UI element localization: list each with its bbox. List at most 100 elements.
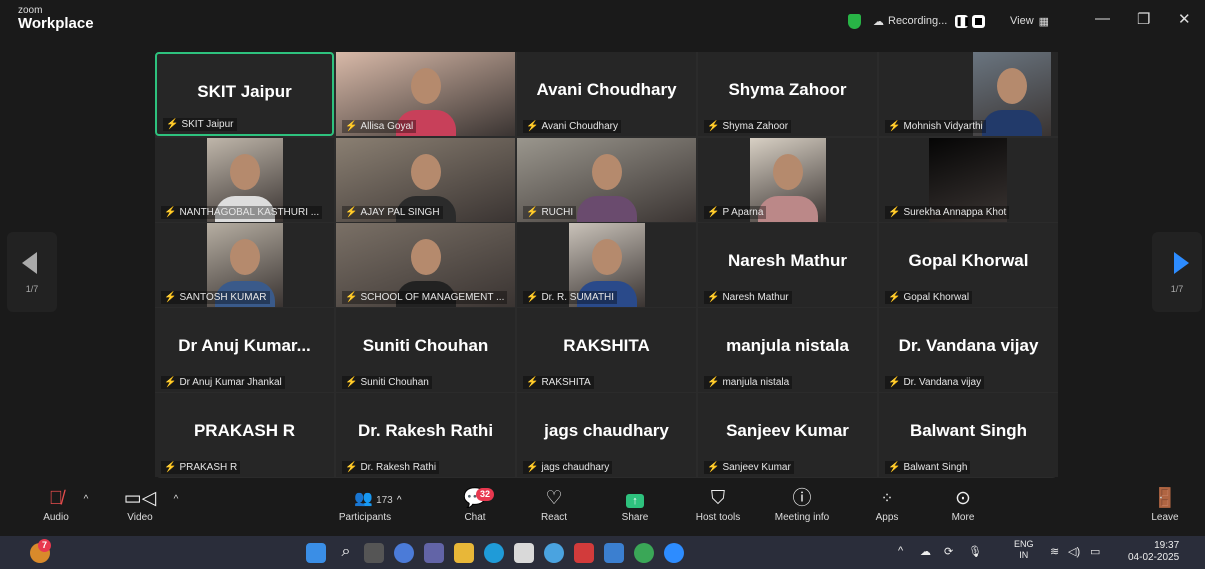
participant-tile[interactable]: ⚡ Surekha Annappa Khot	[879, 138, 1058, 222]
participant-tile[interactable]: manjula nistala ⚡ manjula nistala	[698, 308, 877, 392]
leave-button[interactable]: 🚪 Leave	[1145, 488, 1185, 523]
copilot-icon[interactable]	[394, 543, 414, 563]
store-icon[interactable]	[514, 543, 534, 563]
participant-name-label: ⚡ Gopal Khorwal	[885, 291, 973, 304]
grid-icon: ▦	[1038, 15, 1050, 28]
participant-display-name: PRAKASH R	[193, 421, 296, 440]
participant-tile[interactable]: ⚡ AJAY PAL SINGH	[336, 138, 515, 222]
apps-button[interactable]: ⁘ Apps	[872, 488, 902, 523]
muted-microphone-icon: 🎙̸	[48, 488, 64, 509]
view-button[interactable]: View ▦	[1010, 12, 1049, 30]
search-icon[interactable]: ⌕	[336, 543, 356, 563]
battery-icon[interactable]: ▭	[1090, 545, 1100, 558]
share-button[interactable]: ↑ Share	[614, 488, 656, 523]
sync-icon[interactable]: ⟳	[944, 545, 953, 558]
weather-icon[interactable]: 7	[30, 539, 52, 563]
participants-button[interactable]: 👥 173 ^ Participants	[338, 488, 418, 523]
recording-status[interactable]: ☁ Recording... ❚❚	[873, 12, 986, 30]
participant-tile[interactable]: ⚡ SCHOOL OF MANAGEMENT ...	[336, 223, 515, 307]
more-button[interactable]: ⊙ More	[946, 488, 980, 523]
app-icon[interactable]	[544, 543, 564, 563]
mcafee-icon[interactable]	[574, 543, 594, 563]
audio-options-caret[interactable]: ^	[80, 494, 92, 505]
pause-recording-icon[interactable]: ❚❚	[955, 14, 970, 28]
chat-button[interactable]: 💬 32 Chat	[458, 488, 495, 523]
volume-icon[interactable]: ◁)	[1068, 545, 1080, 558]
participant-tile[interactable]: ⚡ NANTHAGOBAL KASTHURI ...	[155, 138, 334, 222]
meeting-info-button[interactable]: ⓘ Meeting info	[767, 488, 837, 523]
participant-display-name: Sanjeev Kumar	[726, 421, 849, 440]
audio-label: Audio	[43, 512, 69, 523]
participant-name: SCHOOL OF MANAGEMENT ...	[360, 292, 505, 303]
microphone-icon[interactable]: 🎙	[968, 545, 982, 558]
participant-tile[interactable]: Avani Choudhary ⚡ Avani Choudhary	[517, 52, 696, 136]
video-button[interactable]: ▭◁ Video	[122, 488, 158, 523]
participant-display-name: Suniti Chouhan	[362, 336, 489, 355]
gallery-view: SKIT Jaipur ⚡ SKIT Jaipur ⚡ Allisa Goyal Avan…	[155, 52, 1058, 478]
participant-name-label: ⚡ PRAKASH R	[161, 461, 241, 474]
muted-mic-icon: ⚡	[707, 121, 720, 132]
video-options-caret[interactable]: ^	[170, 494, 182, 505]
participant-name: SKIT Jaipur	[181, 119, 234, 130]
participant-name: Sanjeev Kumar	[722, 462, 791, 473]
participant-tile[interactable]: Balwant Singh ⚡ Balwant Singh	[879, 393, 1058, 477]
task-view-icon[interactable]	[364, 543, 384, 563]
stop-recording-icon[interactable]	[972, 14, 986, 28]
participant-name-label: ⚡ RAKSHITA	[523, 376, 594, 389]
participant-tile[interactable]: Suniti Chouhan ⚡ Suniti Chouhan	[336, 308, 515, 392]
participant-name-label: ⚡ Avani Choudhary	[523, 120, 621, 133]
participant-tile[interactable]: ⚡ Allisa Goyal	[336, 52, 515, 136]
restore-icon[interactable]: ❐	[1137, 10, 1150, 28]
participants-icon: 👥 173 ^	[354, 490, 402, 507]
participant-name: Surekha Annappa Khot	[903, 207, 1007, 218]
wifi-icon[interactable]: ≋	[1050, 545, 1059, 558]
participant-name: Dr. Vandana vijay	[903, 377, 982, 388]
participant-tile[interactable]: Dr Anuj Kumar... ⚡ Dr Anuj Kumar Jhankal	[155, 308, 334, 392]
audio-button[interactable]: 🎙̸ Audio	[38, 488, 74, 523]
cloud-icon[interactable]: ☁	[920, 545, 931, 558]
security-shield-icon[interactable]	[848, 12, 861, 30]
participant-tile[interactable]: Gopal Khorwal ⚡ Gopal Khorwal	[879, 223, 1058, 307]
participant-tile[interactable]: RAKSHITA ⚡ RAKSHITA	[517, 308, 696, 392]
participant-display-name: jags chaudhary	[544, 421, 669, 440]
participant-tile[interactable]: Dr. Rakesh Rathi ⚡ Dr. Rakesh Rathi	[336, 393, 515, 477]
teams-icon[interactable]	[424, 543, 444, 563]
zoom-icon[interactable]	[664, 543, 684, 563]
participant-name-label: ⚡ SKIT Jaipur	[163, 118, 237, 131]
participant-name-label: ⚡ SCHOOL OF MANAGEMENT ...	[342, 291, 508, 304]
start-icon[interactable]	[306, 543, 326, 563]
host-tools-button[interactable]: ⛉ Host tools	[690, 488, 746, 523]
participant-tile[interactable]: ⚡ Mohnish Vidyarthi	[879, 52, 1058, 136]
react-button[interactable]: ♡ React	[534, 488, 574, 523]
participant-tile[interactable]: jags chaudhary ⚡ jags chaudhary	[517, 393, 696, 477]
meeting-info-label: Meeting info	[774, 512, 830, 523]
muted-mic-icon: ⚡	[345, 121, 358, 132]
participant-name-label: ⚡ Dr. R. SUMATHI	[523, 291, 618, 304]
muted-mic-icon: ⚡	[345, 207, 358, 218]
video-camera-icon: ▭◁	[123, 488, 157, 509]
participant-tile[interactable]: Shyma Zahoor ⚡ Shyma Zahoor	[698, 52, 877, 136]
participant-tile[interactable]: ⚡ Dr. R. SUMATHI	[517, 223, 696, 307]
previous-page-button[interactable]: 1/7	[7, 232, 57, 312]
participant-tile[interactable]: ⚡ RUCHI	[517, 138, 696, 222]
edge-icon[interactable]	[484, 543, 504, 563]
clock[interactable]: 19:37 04-02-2025	[1128, 540, 1179, 564]
participant-tile[interactable]: PRAKASH R ⚡ PRAKASH R	[155, 393, 334, 477]
participant-tile[interactable]: Sanjeev Kumar ⚡ Sanjeev Kumar	[698, 393, 877, 477]
leave-icon: 🚪	[1153, 488, 1177, 509]
minimize-icon[interactable]: —	[1095, 10, 1110, 27]
app-icon-2[interactable]	[604, 543, 624, 563]
participant-tile[interactable]: SKIT Jaipur ⚡ SKIT Jaipur	[155, 52, 334, 136]
video-label: Video	[127, 512, 153, 523]
participant-tile[interactable]: Naresh Mathur ⚡ Naresh Mathur	[698, 223, 877, 307]
chrome-icon[interactable]	[634, 543, 654, 563]
file-explorer-icon[interactable]	[454, 543, 474, 563]
participant-tile[interactable]: ⚡ SANTOSH KUMAR	[155, 223, 334, 307]
participant-tile[interactable]: ⚡ P Aparna	[698, 138, 877, 222]
show-hidden-icons-icon[interactable]: ^	[898, 545, 903, 557]
next-page-button[interactable]: 1/7	[1152, 232, 1202, 312]
share-label: Share	[621, 512, 649, 523]
language-indicator[interactable]: ENG IN	[1014, 539, 1034, 561]
close-icon[interactable]: ✕	[1178, 10, 1191, 28]
participant-tile[interactable]: Dr. Vandana vijay ⚡ Dr. Vandana vijay	[879, 308, 1058, 392]
